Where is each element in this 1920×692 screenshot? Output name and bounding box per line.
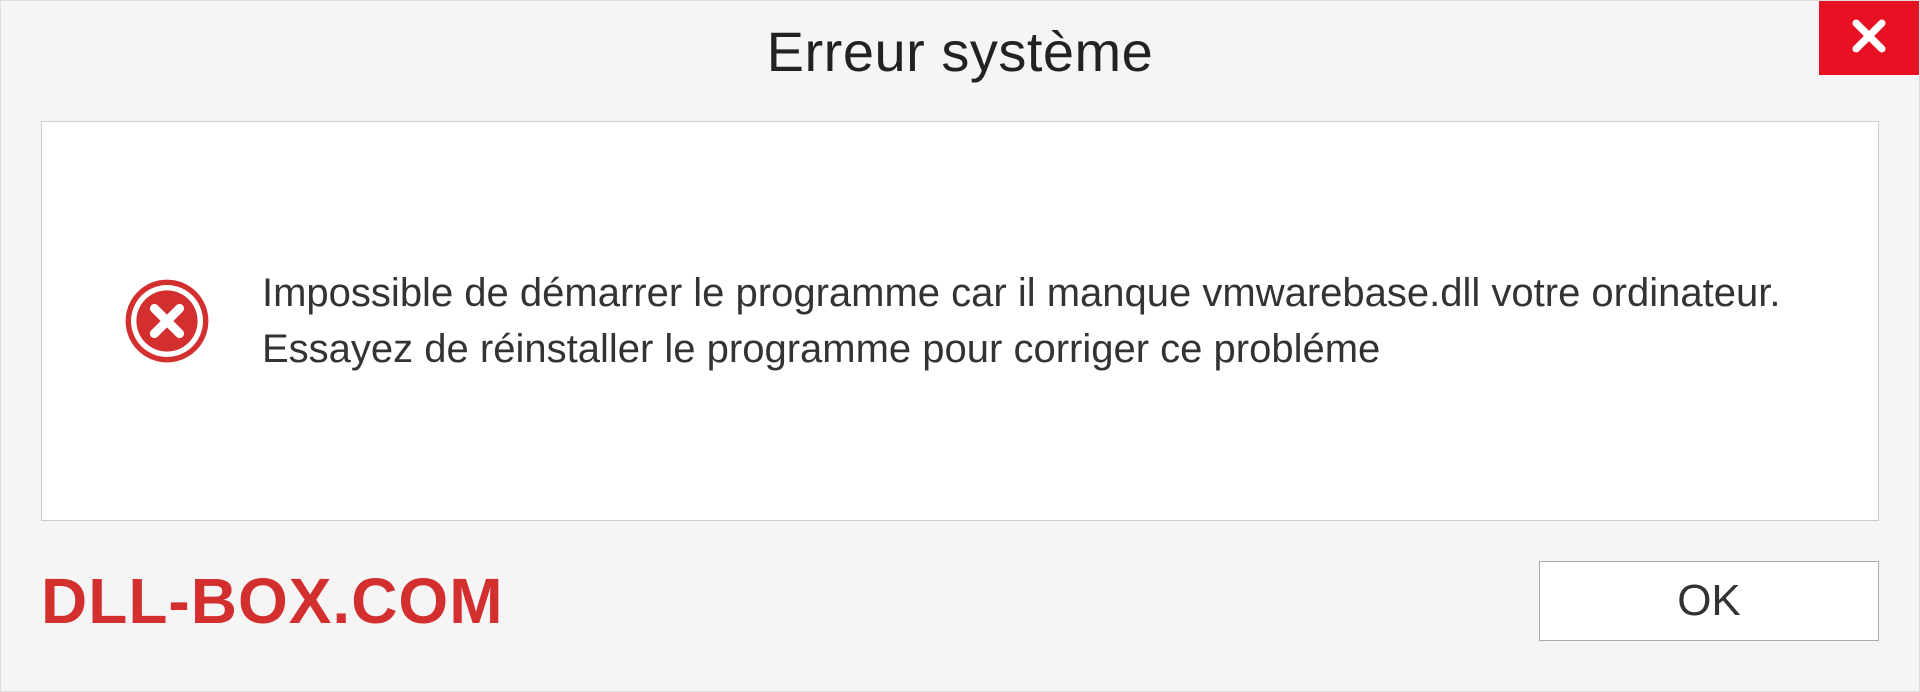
error-message: Impossible de démarrer le programme car … — [262, 265, 1798, 377]
ok-button[interactable]: OK — [1539, 561, 1879, 641]
title-bar: Erreur système — [1, 1, 1919, 101]
brand-label: DLL-BOX.COM — [41, 564, 504, 638]
error-icon — [122, 276, 212, 366]
dialog-title: Erreur système — [767, 19, 1154, 84]
close-button[interactable] — [1819, 1, 1919, 75]
error-dialog: Erreur système Impossible de démarrer le… — [0, 0, 1920, 692]
message-panel: Impossible de démarrer le programme car … — [41, 121, 1879, 521]
dialog-footer: DLL-BOX.COM OK — [1, 551, 1919, 691]
close-icon — [1847, 14, 1891, 63]
